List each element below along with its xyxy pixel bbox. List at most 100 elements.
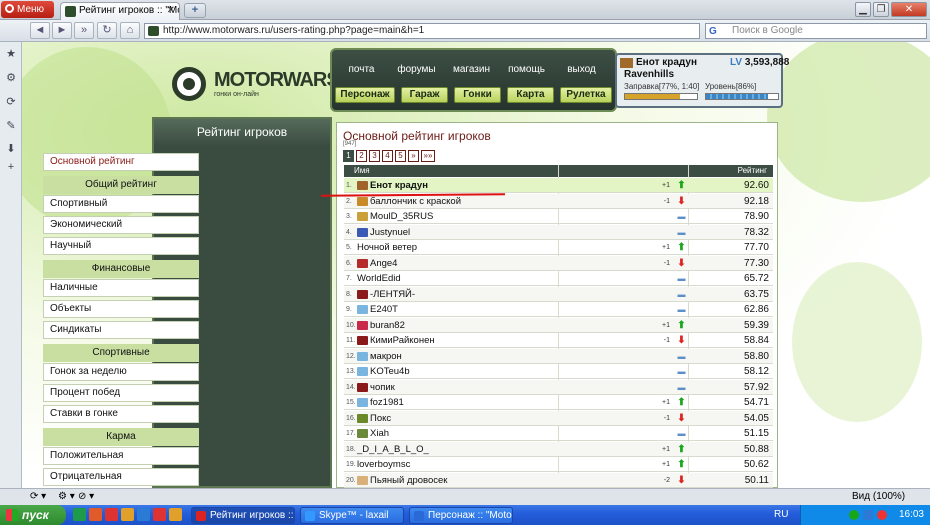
row-rank: 19.	[346, 461, 356, 468]
sync-status-icon[interactable]: ⟳ ▾	[30, 491, 46, 502]
sidebar-item[interactable]: Основной рейтинг	[43, 153, 199, 171]
new-tab-button[interactable]: +	[184, 3, 206, 18]
player-rating: 50.11	[744, 474, 769, 486]
start-button[interactable]: пуск	[0, 505, 66, 525]
downloads-icon[interactable]: ⬇	[5, 143, 17, 155]
sidebar-item[interactable]: Положительная	[43, 447, 199, 465]
player-name[interactable]: Ange4	[370, 256, 397, 271]
restore-button[interactable]: ❐	[873, 2, 889, 17]
close-window-button[interactable]: ✕	[891, 2, 927, 17]
player-name[interactable]: foz1981	[370, 395, 404, 410]
task-opera[interactable]: Рейтинг игроков :: "...	[191, 507, 295, 524]
link-help[interactable]: помощь	[499, 64, 554, 75]
quicklaunch-icon[interactable]	[153, 508, 166, 521]
pagination-link[interactable]: 1	[343, 150, 354, 162]
sidebar-item[interactable]: Объекты	[43, 300, 199, 318]
rank-change: -1	[663, 414, 670, 422]
player-name[interactable]: Пьяный дровосек	[370, 473, 447, 488]
quicklaunch-icon[interactable]	[105, 508, 118, 521]
browser-sidebar	[0, 42, 22, 488]
pagination-link[interactable]: »»	[421, 150, 435, 162]
player-name[interactable]: Покс	[370, 411, 391, 426]
task-skype[interactable]: Skype™ - laxail	[300, 507, 404, 524]
player-rating: 50.62	[743, 459, 769, 470]
sidebar-item[interactable]: Наличные	[43, 279, 199, 297]
sidebar-item[interactable]: Экономический	[43, 216, 199, 234]
sync-icon[interactable]: ⟳	[5, 96, 17, 108]
tray-icon[interactable]	[877, 510, 887, 520]
user-name[interactable]: Енот крадун	[636, 57, 697, 68]
player-rating: 58.12	[743, 366, 769, 377]
block-status-icon[interactable]: ⊘ ▾	[78, 491, 94, 502]
player-name[interactable]: -ЛЕНТЯЙ-	[370, 287, 415, 302]
pagination-link[interactable]: 5	[395, 150, 406, 162]
row-rank: 11.	[346, 337, 356, 344]
tray-icon[interactable]	[863, 510, 873, 520]
url-field[interactable]: http://www.motorwars.ru/users-rating.php…	[144, 23, 700, 39]
player-name[interactable]: Xiah	[370, 426, 389, 441]
bookmarks-icon[interactable]: ★	[5, 48, 17, 60]
no-change-icon: ▬	[677, 351, 686, 361]
opera-menu-button[interactable]: Меню	[1, 1, 54, 18]
close-tab-icon[interactable]: ✕	[167, 5, 175, 16]
player-name[interactable]: buran82	[370, 318, 405, 333]
player-name[interactable]: макрон	[370, 349, 402, 364]
roulette-button[interactable]: Рулетка	[560, 87, 612, 103]
link-logout[interactable]: выход	[554, 64, 609, 75]
link-mail[interactable]: почта	[334, 64, 389, 75]
sidebar-item[interactable]: Спортивный	[43, 195, 199, 213]
link-shop[interactable]: магазин	[444, 64, 499, 75]
fast-forward-button[interactable]: »	[74, 22, 94, 39]
language-indicator[interactable]: RU	[774, 509, 788, 520]
sidebar-item[interactable]: Научный	[43, 237, 199, 255]
table-row: 14. чопик ▬ 57.92	[344, 379, 773, 395]
search-input[interactable]: G Поиск в Google	[705, 23, 927, 39]
player-name[interactable]: _D_I_A_B_L_O_	[357, 442, 429, 457]
player-name[interactable]: Ночной ветер	[357, 240, 417, 255]
garage-button[interactable]: Гараж	[401, 87, 448, 103]
link-forums[interactable]: форумы	[389, 64, 444, 75]
forward-button[interactable]: ►	[52, 22, 72, 39]
quicklaunch-icon[interactable]	[169, 508, 182, 521]
home-button[interactable]: ⌂	[120, 22, 140, 39]
quicklaunch-icon[interactable]	[121, 508, 134, 521]
pagination-link[interactable]: 2	[356, 150, 367, 162]
add-panel-icon[interactable]: +	[5, 161, 17, 173]
character-button[interactable]: Персонаж	[335, 87, 395, 103]
sidebar-item[interactable]: Синдикаты	[43, 321, 199, 339]
arrow-down-icon: ⬇	[677, 335, 686, 346]
notes-icon[interactable]: ✎	[5, 120, 17, 132]
settings-icon[interactable]: ⚙	[5, 72, 17, 84]
reload-button[interactable]: ↻	[97, 22, 117, 39]
sidebar-item[interactable]: Отрицательная	[43, 468, 199, 486]
sidebar-item[interactable]: Гонок за неделю	[43, 363, 199, 381]
task-opera-2[interactable]: Персонаж :: "Motorw...	[409, 507, 513, 524]
player-name[interactable]: loverboymsc	[357, 457, 410, 472]
quicklaunch-icon[interactable]	[89, 508, 102, 521]
row-rank: 3.	[346, 213, 352, 220]
quicklaunch-icon[interactable]	[73, 508, 86, 521]
races-button[interactable]: Гонки	[454, 87, 501, 103]
map-button[interactable]: Карта	[507, 87, 554, 103]
sidebar-item[interactable]: Процент побед	[43, 384, 199, 402]
tray-icon[interactable]	[849, 510, 859, 520]
pagination-link[interactable]: 4	[382, 150, 393, 162]
zoom-level[interactable]: Вид (100%)	[852, 491, 905, 502]
pagination-link[interactable]: 3	[369, 150, 380, 162]
player-name[interactable]: КимиРайконен	[370, 333, 435, 348]
col-rating-header[interactable]: Рейтинг	[738, 165, 767, 177]
pagination-link[interactable]: »	[408, 150, 419, 162]
tab-rating[interactable]: Рейтинг игроков :: "Mo... ✕	[60, 2, 180, 20]
quicklaunch-icon[interactable]	[137, 508, 150, 521]
player-name[interactable]: чопик	[370, 380, 395, 395]
sidebar-item[interactable]: Ставки в гонке	[43, 405, 199, 423]
player-name[interactable]: E240T	[370, 302, 398, 317]
back-button[interactable]: ◄	[30, 22, 50, 39]
minimize-button[interactable]: ▁	[855, 2, 871, 17]
player-name[interactable]: Justynuel	[370, 225, 410, 240]
player-name[interactable]: Енот крадун	[370, 178, 428, 193]
player-name[interactable]: MoulD_35RUS	[370, 209, 433, 224]
player-name[interactable]: WorldEdid	[357, 271, 401, 286]
settings-status-icon[interactable]: ⚙ ▾	[58, 491, 75, 502]
player-name[interactable]: KOTeu4b	[370, 364, 410, 379]
